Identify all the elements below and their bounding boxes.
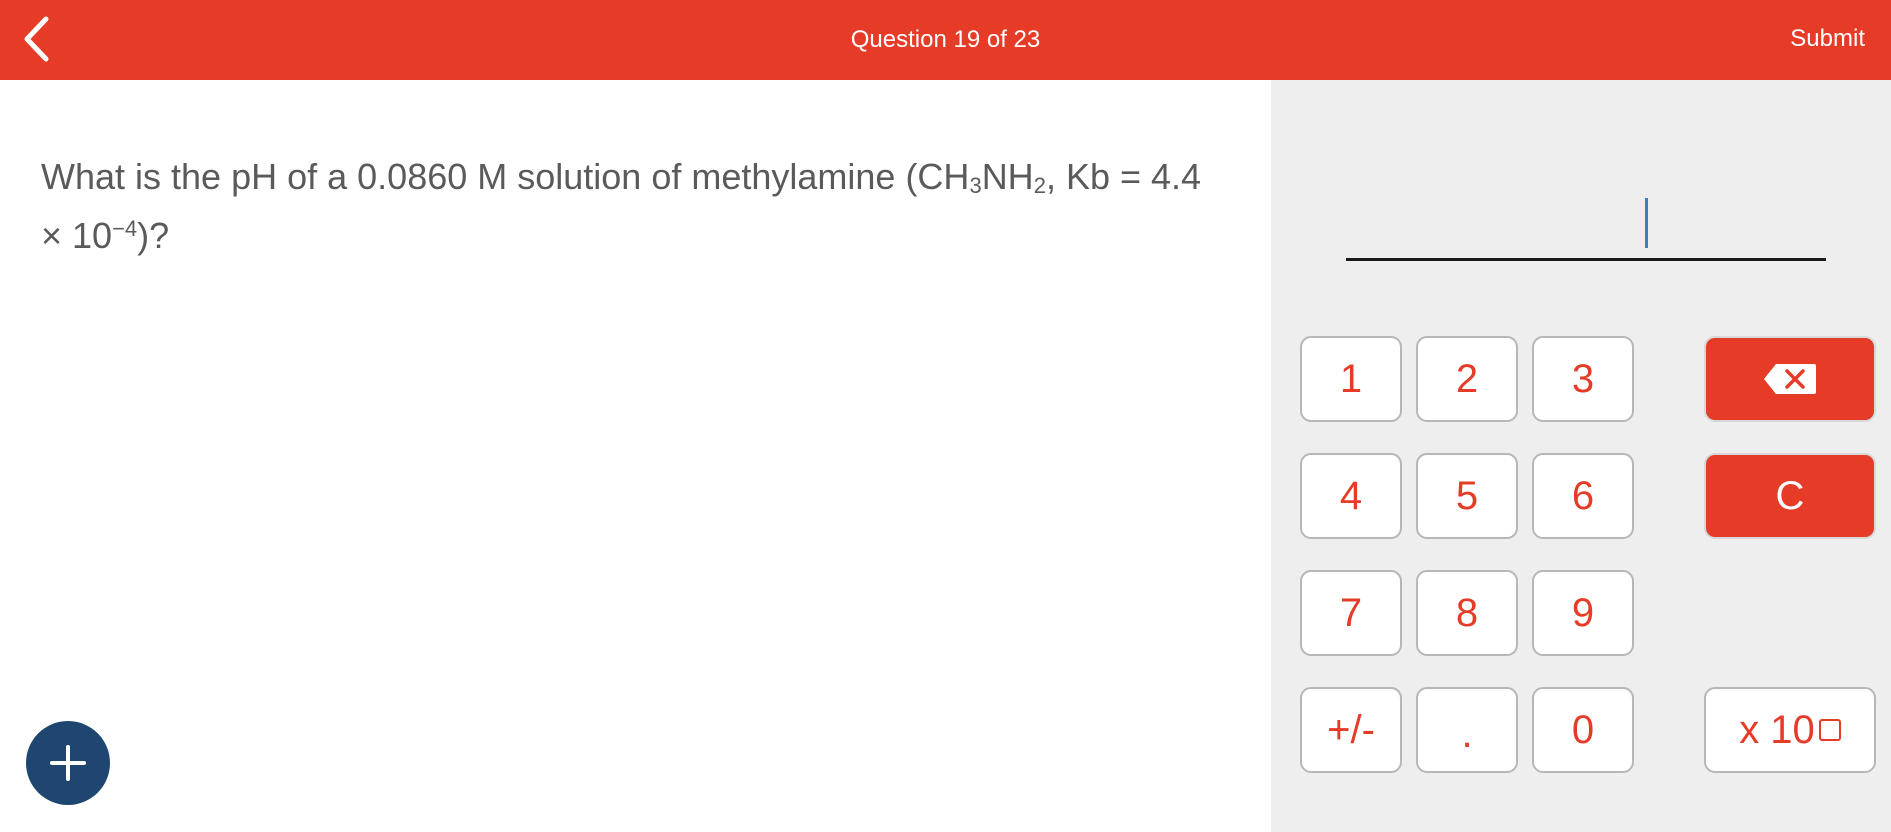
question-counter: Question 19 of 23 xyxy=(850,26,1041,53)
key-2[interactable]: 2 xyxy=(1416,336,1518,422)
question-superscript: −4 xyxy=(112,216,138,241)
clear-button[interactable]: C xyxy=(1704,453,1876,539)
question-subscript-2: 2 xyxy=(1033,173,1046,198)
question-text-part4: )? xyxy=(137,215,170,256)
add-button[interactable] xyxy=(26,721,110,805)
question-text-part2: NH xyxy=(981,156,1034,197)
top-bar: Question 19 of 23 Submit xyxy=(0,0,1891,80)
text-caret xyxy=(1645,198,1648,248)
key-5[interactable]: 5 xyxy=(1416,453,1518,539)
answer-input[interactable] xyxy=(1346,190,1826,261)
back-button[interactable] xyxy=(18,14,58,64)
chevron-left-icon xyxy=(24,16,49,62)
key-6[interactable]: 6 xyxy=(1532,453,1634,539)
question-text: What is the pH of a 0.0860 M solution of… xyxy=(41,155,1211,257)
key-decimal[interactable]: . xyxy=(1416,687,1518,773)
question-text-part1: What is the pH of a 0.0860 M solution of… xyxy=(41,156,970,197)
key-7[interactable]: 7 xyxy=(1300,570,1402,656)
key-9[interactable]: 9 xyxy=(1532,570,1634,656)
plus-icon xyxy=(50,745,86,781)
scientific-notation-label: x 10 xyxy=(1739,707,1815,752)
key-4[interactable]: 4 xyxy=(1300,453,1402,539)
scientific-notation-button[interactable]: x 10 xyxy=(1704,687,1876,773)
calculator-panel: 1 2 3 4 5 6 C 7 8 9 +/- . 0 x 10 xyxy=(1271,80,1891,832)
question-subscript-1: 3 xyxy=(969,173,982,198)
key-1[interactable]: 1 xyxy=(1300,336,1402,422)
key-3[interactable]: 3 xyxy=(1532,336,1634,422)
backspace-icon xyxy=(1764,364,1816,394)
exponent-box-icon xyxy=(1818,719,1841,741)
submit-button[interactable]: Submit xyxy=(1790,25,1865,53)
key-0[interactable]: 0 xyxy=(1532,687,1634,773)
question-panel: What is the pH of a 0.0860 M solution of… xyxy=(0,80,1271,832)
key-plus-minus[interactable]: +/- xyxy=(1300,687,1402,773)
backspace-button[interactable] xyxy=(1704,336,1876,422)
key-8[interactable]: 8 xyxy=(1416,570,1518,656)
